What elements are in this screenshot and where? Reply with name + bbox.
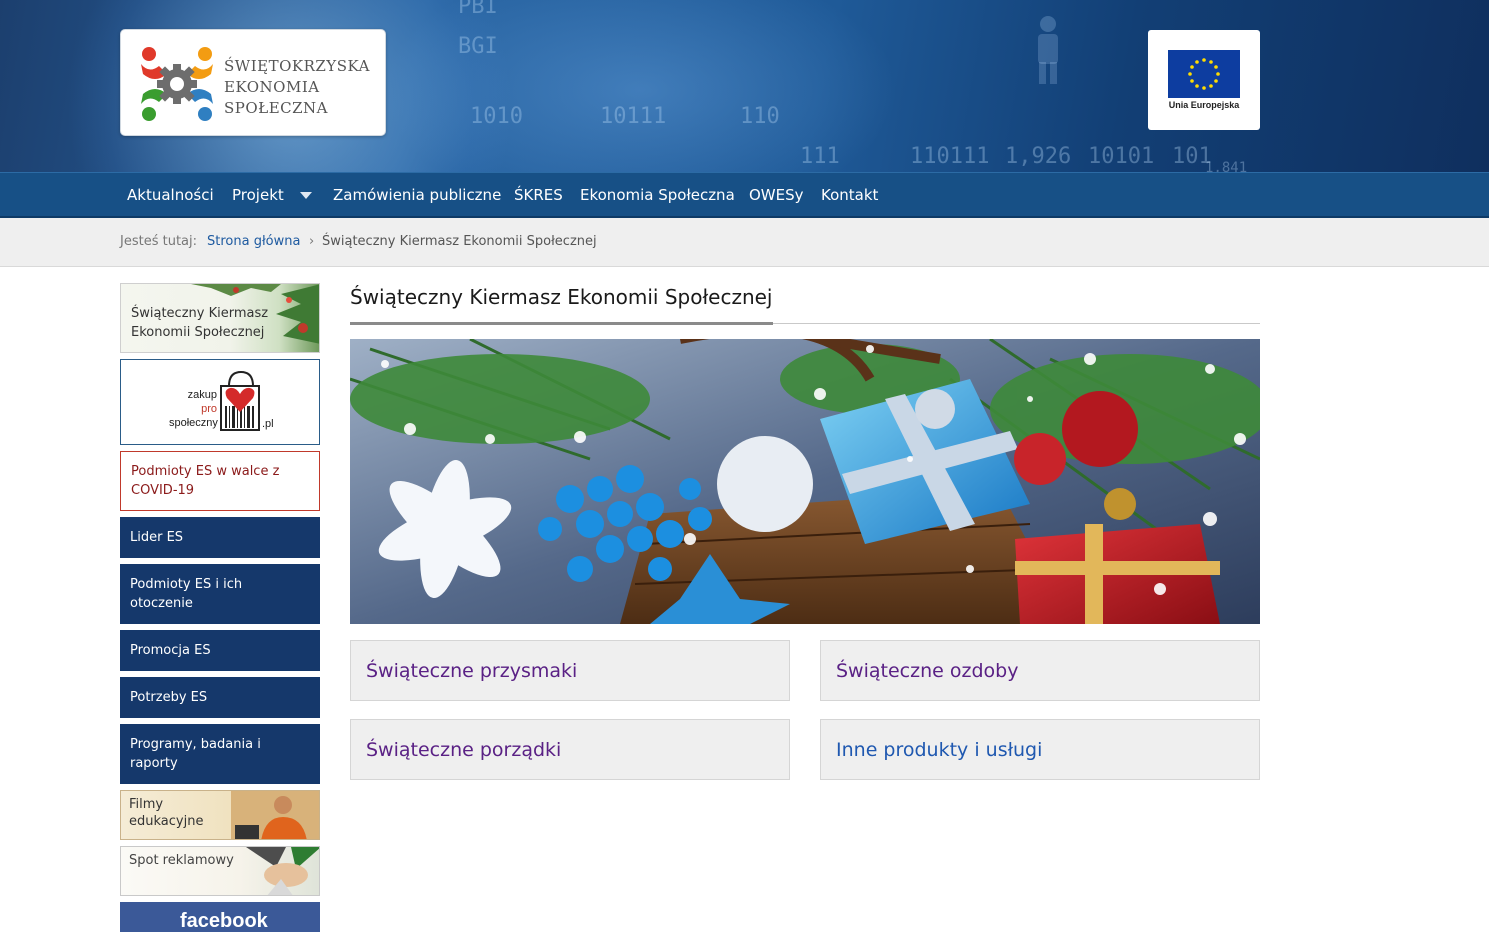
shopping-bag-heart-icon [220,370,260,431]
breadcrumb: Jesteś tutaj: Strona główna › Świąteczny… [0,218,1489,267]
zakup-word-2: pro [201,403,217,415]
site-header: PBI BGI 10111 110 1010 111 110111 1,926 … [0,0,1489,172]
person-silhouette-icon [1038,16,1058,84]
main-nav: Aktualności Projekt Zamówienia publiczne… [0,172,1489,218]
sidebar-filmy-label: Filmy edukacyjne [129,797,204,829]
sidebar-banner-filmy[interactable]: Filmy edukacyjne [120,790,320,840]
header-bg-text: BGI [458,34,498,59]
breadcrumb-current: Świąteczny Kiermasz Ekonomii Społecznej [322,234,597,249]
nav-item-projekt[interactable]: Projekt [232,186,284,204]
logo-line-1: ŚWIĘTOKRZYSKA [224,57,370,75]
breadcrumb-prefix: Jesteś tutaj: [120,234,197,249]
christmas-gifts-illustration [350,339,1260,624]
header-bg-text: 10101 [1088,144,1155,169]
nav-item-ekonomia[interactable]: Ekonomia Społeczna [580,186,735,204]
sidebar-item-label: Potrzeby ES [130,690,208,705]
pine-top-icon [191,284,281,296]
nav-item-zamowienia[interactable]: Zamówienia publiczne [333,186,501,204]
sidebar-facebook-widget[interactable]: facebook [120,902,320,932]
sidebar-xmas-label: Świąteczny Kiermasz Ekonomii Społecznej [131,306,269,340]
eu-logo[interactable]: Unia Europejska [1148,30,1260,130]
sidebar-banner-spot[interactable]: Spot reklamowy [120,846,320,896]
facebook-label: facebook [180,910,268,932]
sidebar-covid-label: Podmioty ES w walce z COVID-19 [131,464,280,498]
nav-item-kontakt[interactable]: Kontakt [821,186,878,204]
tile-label: Inne produkty i usługi [836,739,1043,761]
joined-hands-icon [246,847,319,895]
header-bg-text: 110 [740,104,780,129]
title-divider-accent [350,322,773,325]
sidebar-item-label: Podmioty ES i ich otoczenie [130,577,243,611]
nav-item-skres[interactable]: ŚKRES [514,186,563,204]
breadcrumb-separator: › [309,234,315,249]
header-bg-text: 10111 [600,104,667,129]
sidebar-spot-label: Spot reklamowy [129,853,234,868]
presenter-photo-icon [231,791,319,839]
header-bg-text: 111 [800,144,840,169]
breadcrumb-home-link[interactable]: Strona główna [207,234,300,249]
zakup-domain: .pl [262,418,274,430]
sidebar-item-podmioty[interactable]: Podmioty ES i ich otoczenie [120,564,320,624]
page-title: Świąteczny Kiermasz Ekonomii Społecznej [350,285,773,309]
sidebar-item-lider[interactable]: Lider ES [120,517,320,558]
sidebar-item-label: Programy, badania i raporty [130,737,261,771]
category-tile-porzadki[interactable]: Świąteczne porządki [350,719,790,780]
zakup-text: zakup pro społeczny [169,388,218,430]
eu-label: Unia Europejska [1168,100,1240,110]
category-tile-ozdoby[interactable]: Świąteczne ozdoby [820,640,1260,701]
sidebar-banner-xmas[interactable]: Świąteczny Kiermasz Ekonomii Społecznej [120,283,320,353]
nav-item-aktualnosci[interactable]: Aktualności [127,186,214,204]
category-tile-inne[interactable]: Inne produkty i usługi [820,719,1260,780]
sidebar-item-promocja[interactable]: Promocja ES [120,630,320,671]
header-bg-text: 110111 [910,144,990,169]
sidebar-banner-zakup[interactable]: zakup pro społeczny .pl [120,359,320,445]
logo-line-3: SPOŁECZNA [224,99,329,117]
tile-label: Świąteczne ozdoby [836,660,1019,682]
header-bg-text: PBI [458,0,498,19]
eu-flag-icon [1168,50,1240,98]
tile-label: Świąteczne przysmaki [366,660,578,682]
sidebar-covid-link[interactable]: Podmioty ES w walce z COVID-19 [120,451,320,511]
logo-line-2: EKONOMIA [224,78,320,96]
zakup-word-1: zakup [187,389,217,401]
hero-banner-image [350,339,1260,624]
chevron-down-icon[interactable] [300,192,312,199]
zakup-word-3: społeczny [169,417,218,429]
sidebar-item-label: Lider ES [130,530,184,545]
tile-label: Świąteczne porządki [366,739,562,761]
logo-wordmark: ŚWIĘTOKRZYSKA EKONOMIA SPOŁECZNA [224,56,370,119]
category-tile-przysmaki[interactable]: Świąteczne przysmaki [350,640,790,701]
gear-people-logo-icon [141,47,213,121]
nav-item-owesy[interactable]: OWESy [749,186,804,204]
site-logo[interactable]: ŚWIĘTOKRZYSKA EKONOMIA SPOŁECZNA [120,29,386,136]
header-bg-text: 1,841 [1205,160,1248,172]
header-bg-text: 1,926 [1005,144,1072,169]
sidebar-item-potrzeby[interactable]: Potrzeby ES [120,677,320,718]
sidebar-item-programy[interactable]: Programy, badania i raporty [120,724,320,784]
sidebar-item-label: Promocja ES [130,643,211,658]
header-bg-text: 1010 [470,104,523,129]
